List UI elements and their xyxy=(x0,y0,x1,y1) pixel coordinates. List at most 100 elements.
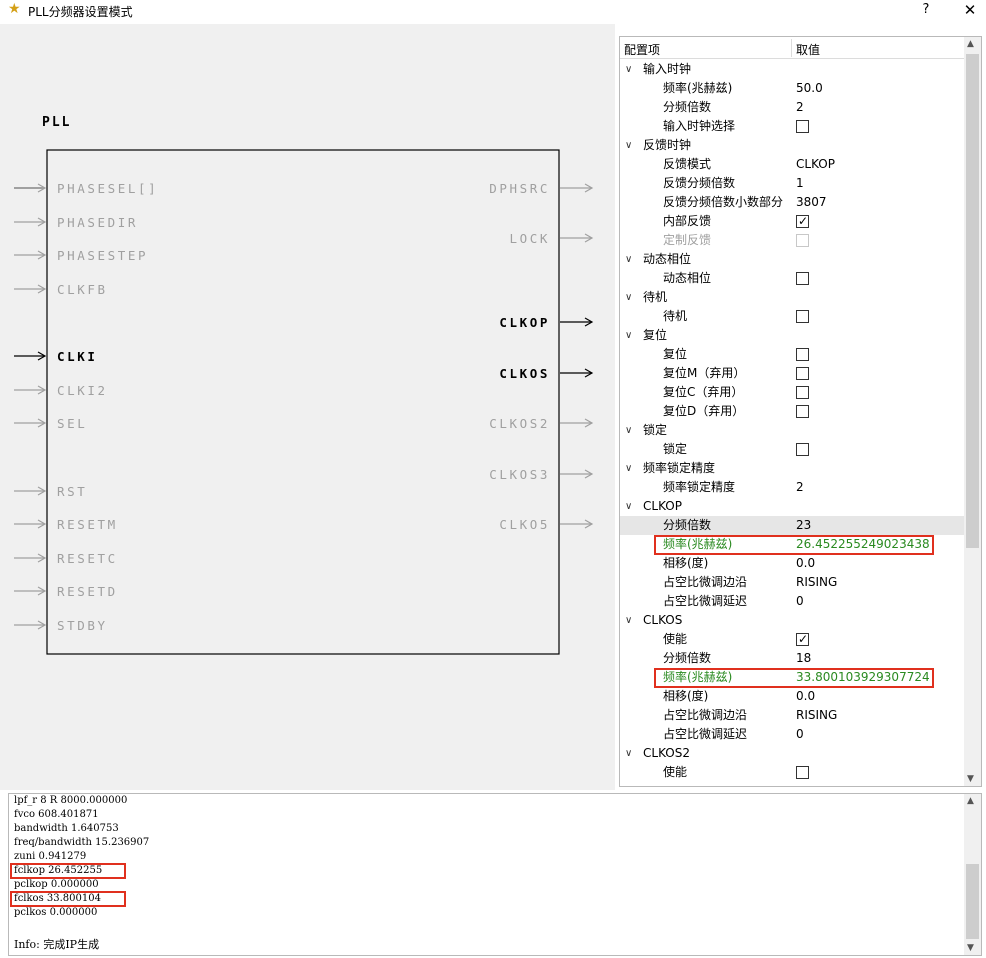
tree-group-row[interactable]: ∨ 频率锁定精度 xyxy=(620,459,965,478)
tree-item-row[interactable]: 分频倍数 2 xyxy=(620,98,965,117)
tree-item-checkbox[interactable] xyxy=(796,766,809,779)
expand-chevron-icon[interactable]: ∨ xyxy=(625,459,637,478)
tree-item-row[interactable]: 内部反馈 xyxy=(620,212,965,231)
tree-item-row[interactable]: 输入时钟选择 xyxy=(620,117,965,136)
tree-item-value[interactable]: 0 xyxy=(796,725,804,744)
tree-item-row[interactable]: 占空比微调延迟 0 xyxy=(620,725,965,744)
tree-item-label: 反馈分频倍数 xyxy=(663,176,736,190)
expand-chevron-icon[interactable]: ∨ xyxy=(625,326,637,345)
tree-group-row[interactable]: ∨ 反馈时钟 xyxy=(620,136,965,155)
tree-item-row[interactable]: 复位C（弃用） xyxy=(620,383,965,402)
tree-item-row[interactable]: 反馈模式 CLKOP xyxy=(620,155,965,174)
tree-item-row[interactable]: 相移(度) 0.0 xyxy=(620,687,965,706)
input-pin-label: PHASESEL[] xyxy=(57,181,158,196)
expand-chevron-icon[interactable]: ∨ xyxy=(625,288,637,307)
tree-item-row[interactable]: 使能 xyxy=(620,630,965,649)
property-tree[interactable]: 配置项 取值 ∨ 输入时钟 频率(兆赫兹) 50.0 分频倍数 2 输入时钟选择 ∨ 反馈时钟反… xyxy=(619,36,982,787)
tree-item-row[interactable]: 定制反馈 xyxy=(620,231,965,250)
tree-item-row[interactable]: 分频倍数 18 xyxy=(620,649,965,668)
help-button[interactable]: ? xyxy=(918,2,934,20)
tree-item-row[interactable]: 频率(兆赫兹) 50.0 xyxy=(620,79,965,98)
tree-scrollbar[interactable]: ▲ ▼ xyxy=(964,37,981,786)
input-pin-label: RST xyxy=(57,484,87,499)
tree-item-value[interactable]: 0.0 xyxy=(796,687,815,706)
tree-item-value[interactable]: 23 xyxy=(796,516,811,535)
log-scroll-thumb[interactable] xyxy=(966,864,979,939)
tree-item-value[interactable]: 0 xyxy=(796,592,804,611)
highlight-box xyxy=(654,668,934,688)
expand-chevron-icon[interactable]: ∨ xyxy=(625,60,637,79)
tree-item-row[interactable]: 使能 xyxy=(620,763,965,782)
tree-item-value[interactable]: CLKOP xyxy=(796,155,835,174)
tree-item-row[interactable]: 复位D（弃用） xyxy=(620,402,965,421)
tree-item-row[interactable]: 复位 xyxy=(620,345,965,364)
scroll-down-icon[interactable]: ▼ xyxy=(967,774,974,784)
tree-item-value[interactable]: 0.0 xyxy=(796,554,815,573)
tree-item-value[interactable]: RISING xyxy=(796,573,837,592)
tree-item-value[interactable]: 3807 xyxy=(796,193,827,212)
tree-item-value[interactable]: 1 xyxy=(796,174,804,193)
tree-item-row[interactable]: 复位M（弃用） xyxy=(620,364,965,383)
expand-chevron-icon[interactable]: ∨ xyxy=(625,421,637,440)
tree-group-row[interactable]: ∨ 待机 xyxy=(620,288,965,307)
output-pin-label: DPHSRC xyxy=(489,181,550,196)
tree-group-row[interactable]: ∨ CLKOP xyxy=(620,497,965,516)
tree-item-checkbox[interactable] xyxy=(796,443,809,456)
tree-item-value[interactable]: 50.0 xyxy=(796,79,823,98)
scroll-up-icon[interactable]: ▲ xyxy=(967,39,974,49)
tree-item-row[interactable]: 占空比微调边沿 RISING xyxy=(620,706,965,725)
tree-group-label: CLKOS2 xyxy=(643,746,690,760)
log-scroll-up-icon[interactable]: ▲ xyxy=(967,796,974,806)
tree-item-checkbox[interactable] xyxy=(796,120,809,133)
tree-group-label: 复位 xyxy=(643,328,668,342)
close-button[interactable]: ✕ xyxy=(960,1,980,19)
header-value: 取值 xyxy=(796,43,821,57)
tree-item-row[interactable]: 占空比微调边沿 RISING xyxy=(620,573,965,592)
tree-item-row[interactable]: 反馈分频倍数小数部分 3807 xyxy=(620,193,965,212)
tree-group-row[interactable]: ∨ 复位 xyxy=(620,326,965,345)
expand-chevron-icon[interactable]: ∨ xyxy=(625,136,637,155)
tree-item-row[interactable]: 锁定 xyxy=(620,440,965,459)
tree-group-row[interactable]: ∨ CLKOS xyxy=(620,611,965,630)
tree-group-row[interactable]: ∨ 输入时钟 xyxy=(620,60,965,79)
tree-item-value[interactable]: RISING xyxy=(796,706,837,725)
tree-item-value[interactable]: 2 xyxy=(796,98,804,117)
log-output[interactable]: lpf_r 8 R 8000.000000 fvco 608.401871 band… xyxy=(8,793,982,956)
tree-item-checkbox[interactable] xyxy=(796,348,809,361)
output-pin-label: CLKO5 xyxy=(499,517,550,532)
tree-item-checkbox[interactable] xyxy=(796,405,809,418)
expand-chevron-icon[interactable]: ∨ xyxy=(625,611,637,630)
tree-item-label: 占空比微调边沿 xyxy=(663,575,748,589)
log-line: Info: 完成IP生成 xyxy=(14,938,100,951)
pll-block-diagram: PLL PHASESEL[] PHASEDIR PHASESTEP CLKFB CLKI C… xyxy=(14,115,594,655)
scroll-thumb[interactable] xyxy=(966,54,979,548)
tree-item-label: 使能 xyxy=(663,632,688,646)
tree-item-label: 定制反馈 xyxy=(663,233,712,247)
tree-item-row[interactable]: 动态相位 xyxy=(620,269,965,288)
tree-item-row[interactable]: 相移(度) 0.0 xyxy=(620,554,965,573)
tree-item-checkbox[interactable] xyxy=(796,310,809,323)
tree-item-checkbox[interactable] xyxy=(796,272,809,285)
tree-item-value[interactable]: 2 xyxy=(796,478,804,497)
tree-item-value[interactable]: 18 xyxy=(796,649,811,668)
log-scroll-down-icon[interactable]: ▼ xyxy=(967,943,974,953)
tree-item-label: 复位D（弃用） xyxy=(663,404,745,418)
tree-item-row[interactable]: 分频倍数 23 xyxy=(620,516,965,535)
expand-chevron-icon[interactable]: ∨ xyxy=(625,744,637,763)
tree-group-row[interactable]: ∨ CLKOS2 xyxy=(620,744,965,763)
highlight-box xyxy=(654,535,934,555)
log-scrollbar[interactable]: ▲ ▼ xyxy=(964,794,981,955)
expand-chevron-icon[interactable]: ∨ xyxy=(625,497,637,516)
tree-item-checkbox[interactable] xyxy=(796,630,809,649)
tree-item-row[interactable]: 反馈分频倍数 1 xyxy=(620,174,965,193)
tree-item-checkbox[interactable] xyxy=(796,212,809,231)
tree-item-checkbox[interactable] xyxy=(796,386,809,399)
tree-group-row[interactable]: ∨ 锁定 xyxy=(620,421,965,440)
tree-item-row[interactable]: 频率锁定精度 2 xyxy=(620,478,965,497)
tree-group-row[interactable]: ∨ 动态相位 xyxy=(620,250,965,269)
log-highlight-box xyxy=(10,863,126,879)
tree-item-row[interactable]: 待机 xyxy=(620,307,965,326)
expand-chevron-icon[interactable]: ∨ xyxy=(625,250,637,269)
tree-item-checkbox[interactable] xyxy=(796,367,809,380)
tree-item-row[interactable]: 占空比微调延迟 0 xyxy=(620,592,965,611)
